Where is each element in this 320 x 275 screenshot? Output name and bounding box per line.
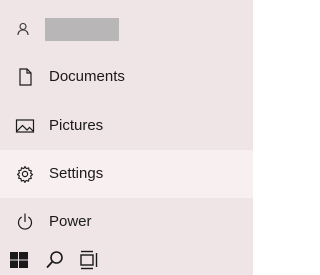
menu-item-documents[interactable]: Documents — [0, 53, 253, 101]
menu-item-label: Documents — [49, 68, 125, 85]
menu-item-power[interactable]: Power — [0, 198, 253, 246]
menu-item-label: Power — [49, 213, 92, 230]
search-icon[interactable] — [44, 249, 66, 271]
windows-logo-icon[interactable] — [8, 249, 30, 271]
username-redacted — [45, 18, 119, 41]
gear-icon — [15, 165, 35, 183]
menu-item-label: Pictures — [49, 117, 104, 134]
menu-item-pictures[interactable]: Pictures — [0, 102, 253, 150]
menu-item-settings[interactable]: Settings — [0, 150, 253, 198]
taskbar — [0, 243, 253, 275]
menu-item-label: Settings — [49, 165, 104, 182]
document-icon — [15, 68, 35, 86]
user-account-row[interactable] — [0, 0, 253, 58]
task-view-icon[interactable] — [78, 249, 100, 271]
person-icon — [15, 21, 31, 37]
start-menu-panel: Documents Pictures Settings Power — [0, 0, 253, 243]
power-icon — [15, 213, 35, 231]
picture-icon — [15, 117, 35, 135]
